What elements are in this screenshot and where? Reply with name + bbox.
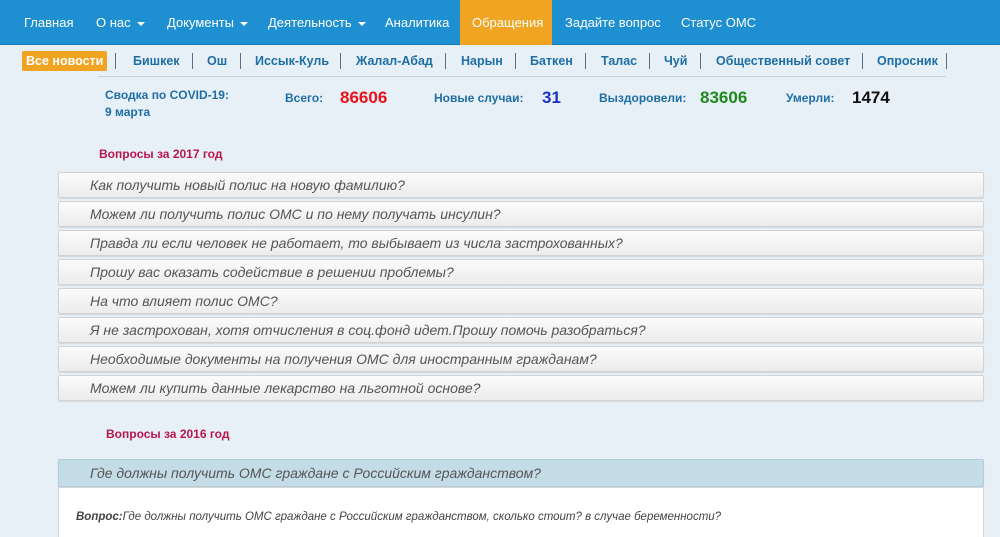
- region-divider: [240, 53, 241, 69]
- nav-item-activity[interactable]: Деятельность: [256, 0, 378, 45]
- nav-item-documents[interactable]: Документы: [155, 0, 260, 45]
- nav-item-oms-status[interactable]: Статус ОМС: [669, 0, 768, 45]
- region-tab-issyk-kul[interactable]: Иссык-Куль: [255, 51, 329, 71]
- region-divider: [515, 53, 516, 69]
- nav-item-label: Задайте вопрос: [565, 15, 661, 30]
- nav-item-appeals[interactable]: Обращения: [460, 0, 552, 45]
- region-tabs: Все новости Бишкек Ош Иссык-Куль Жалал-А…: [0, 45, 1000, 77]
- region-tab-public-council[interactable]: Общественный совет: [716, 51, 850, 71]
- nav-item-label: Документы: [167, 15, 235, 30]
- top-navbar: Главная О нас Документы Деятельность Ана…: [0, 0, 1000, 45]
- chevron-down-icon: [136, 21, 145, 26]
- covid-new-value: 31: [542, 88, 561, 107]
- question-row[interactable]: Я не застрохован, хотя отчисления в соц.…: [58, 317, 984, 343]
- answer-question-label: Вопрос:: [76, 511, 123, 523]
- question-row[interactable]: Как получить новый полис на новую фамили…: [58, 172, 984, 198]
- question-row[interactable]: Правда ли если человек не работает, то в…: [58, 230, 984, 256]
- region-tab-osh[interactable]: Ош: [207, 51, 227, 71]
- chevron-down-icon: [357, 21, 366, 26]
- nav-item-ask-question[interactable]: Задайте вопрос: [553, 0, 673, 45]
- region-divider: [700, 53, 701, 69]
- nav-item-label: Статус ОМС: [681, 15, 757, 30]
- nav-item-label: Главная: [24, 15, 74, 30]
- covid-recovered-value: 83606: [700, 88, 748, 107]
- region-tabs-underline: [98, 76, 946, 77]
- covid-date: 9 марта: [105, 105, 151, 119]
- question-row[interactable]: Прошу вас оказать содействие в решении п…: [58, 259, 984, 285]
- region-tab-talas[interactable]: Талас: [601, 51, 637, 71]
- region-divider: [115, 53, 116, 69]
- answer-panel: Вопрос:Где должны получить ОМС граждане …: [58, 487, 984, 537]
- region-tab-naryn[interactable]: Нарын: [461, 51, 503, 71]
- question-text: Прошу вас оказать содействие в решении п…: [90, 264, 454, 280]
- question-text: Можем ли купить данные лекарство на льго…: [90, 380, 481, 396]
- question-text: На что влияет полис ОМС?: [90, 293, 278, 309]
- region-tab-bishkek[interactable]: Бишкек: [133, 51, 180, 71]
- region-tab-jalal-abad[interactable]: Жалал-Абад: [356, 51, 433, 71]
- question-row[interactable]: Необходимые документы на получения ОМС д…: [58, 346, 984, 372]
- region-divider: [445, 53, 446, 69]
- region-divider: [585, 53, 586, 69]
- region-divider: [192, 53, 193, 69]
- question-text: Правда ли если человек не работает, то в…: [90, 235, 623, 251]
- covid-title: Сводка по COVID-19:: [105, 88, 229, 102]
- covid-deaths-value: 1474: [852, 88, 890, 107]
- region-divider: [862, 53, 863, 69]
- question-row[interactable]: На что влияет полис ОМС?: [58, 288, 984, 314]
- question-text: Можем ли получить полис ОМС и по нему по…: [90, 206, 501, 222]
- nav-item-label: Аналитика: [385, 15, 450, 30]
- question-text: Как получить новый полис на новую фамили…: [90, 177, 405, 193]
- question-row-expanded[interactable]: Где должны получить ОМС граждане с Росси…: [58, 459, 984, 487]
- nav-item-label: Деятельность: [268, 15, 352, 30]
- covid-new-label: Новые случаи:: [434, 91, 524, 105]
- region-tab-survey[interactable]: Опросник: [877, 51, 938, 71]
- region-divider: [649, 53, 650, 69]
- nav-item-label: О нас: [96, 15, 131, 30]
- region-tab-all-news[interactable]: Все новости: [22, 51, 108, 71]
- region-tab-batken[interactable]: Баткен: [530, 51, 573, 71]
- question-text: Я не застрохован, хотя отчисления в соц.…: [90, 322, 646, 338]
- question-row[interactable]: Можем ли получить полис ОМС и по нему по…: [58, 201, 984, 227]
- covid-total-label: Всего:: [285, 91, 324, 105]
- question-text: Необходимые документы на получения ОМС д…: [90, 351, 597, 367]
- section-title-2017: Вопросы за 2017 год: [99, 147, 223, 161]
- nav-item-label: Обращения: [472, 15, 544, 30]
- covid-recovered-label: Выздоровели:: [599, 91, 687, 105]
- chevron-down-icon: [240, 21, 249, 26]
- section-title-2016: Вопросы за 2016 год: [106, 427, 230, 441]
- nav-item-home[interactable]: Главная: [12, 0, 85, 45]
- covid-deaths-label: Умерли:: [786, 91, 835, 105]
- covid-total-value: 86606: [340, 88, 388, 107]
- nav-item-about[interactable]: О нас: [84, 0, 157, 45]
- question-row[interactable]: Можем ли купить данные лекарство на льго…: [58, 375, 984, 401]
- region-tab-chui[interactable]: Чуй: [664, 51, 687, 71]
- region-divider: [340, 53, 341, 69]
- region-divider: [946, 53, 947, 69]
- nav-item-analytics[interactable]: Аналитика: [373, 0, 461, 45]
- question-text: Где должны получить ОМС граждане с Росси…: [90, 465, 541, 481]
- answer-content: Вопрос:Где должны получить ОМС граждане …: [76, 511, 721, 523]
- answer-question-text: Где должны получить ОМС граждане с Росси…: [122, 511, 722, 523]
